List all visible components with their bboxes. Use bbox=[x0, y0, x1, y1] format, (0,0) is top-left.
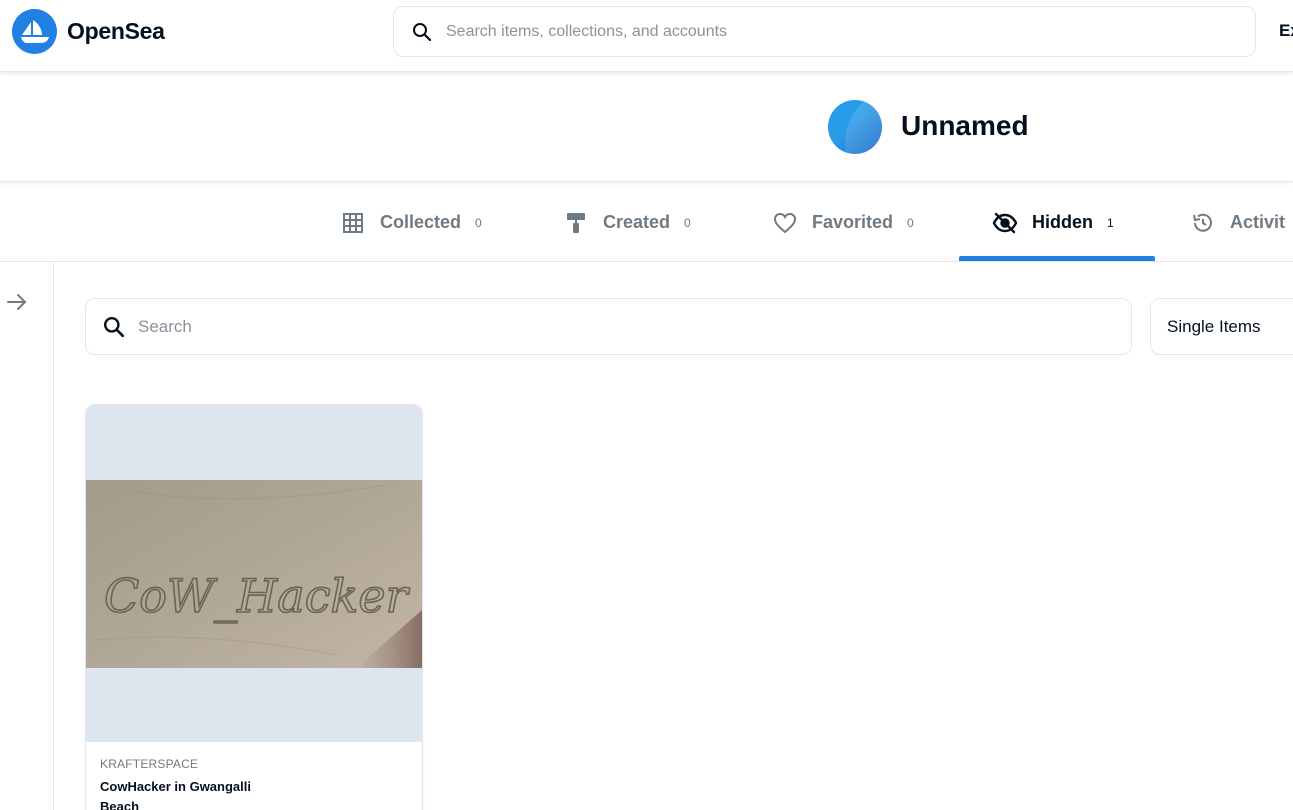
active-tab-indicator bbox=[959, 256, 1155, 261]
tab-label: Hidden bbox=[1032, 212, 1093, 232]
nft-card-details: KRAFTERSPACE CowHacker in Gwangalli Beac… bbox=[86, 742, 422, 810]
tab-collected[interactable]: Collected 0 bbox=[340, 183, 482, 262]
nft-collection-name[interactable]: KRAFTERSPACE bbox=[100, 757, 410, 771]
tab-label: Collected bbox=[380, 212, 462, 232]
nft-image: CoW_Hacker bbox=[86, 480, 422, 668]
tab-label: Activit bbox=[1230, 212, 1286, 232]
profile-name: Unnamed bbox=[901, 110, 1029, 141]
eye-off-icon bbox=[992, 210, 1018, 236]
profile-tabs: Collected 0 Created 0 Favorited 0 Hidden… bbox=[0, 183, 1293, 262]
tab-label: Favorited bbox=[812, 212, 894, 232]
arrow-right-icon[interactable] bbox=[5, 290, 29, 314]
tab-activity[interactable]: Activit bbox=[1190, 183, 1285, 262]
nft-media: CoW_Hacker bbox=[86, 405, 422, 742]
filter-sidebar-collapsed bbox=[0, 262, 54, 810]
tab-created[interactable]: Created 0 bbox=[563, 183, 691, 262]
boat-logo-icon bbox=[12, 9, 57, 54]
items-search-bar[interactable] bbox=[85, 298, 1132, 355]
search-icon bbox=[410, 20, 434, 44]
nav-link-explore[interactable]: Ex bbox=[1279, 21, 1293, 41]
brand-name: OpenSea bbox=[67, 18, 165, 44]
item-type-value: Single Items bbox=[1167, 316, 1261, 336]
tab-count: 0 bbox=[907, 215, 914, 230]
search-icon bbox=[102, 315, 126, 339]
opensea-logo[interactable]: OpenSea bbox=[12, 9, 165, 54]
nft-title: CowHacker in Gwangalli Beach bbox=[100, 779, 251, 810]
item-type-dropdown[interactable]: Single Items bbox=[1150, 298, 1293, 355]
nft-card[interactable]: CoW_Hacker KRAFTERSPACE CowHacker in Gwa… bbox=[85, 404, 423, 810]
global-search-input[interactable] bbox=[446, 22, 1255, 41]
heart-icon bbox=[772, 210, 798, 236]
paint-roller-icon bbox=[563, 210, 589, 236]
tab-label: Created bbox=[603, 212, 671, 232]
tab-favorited[interactable]: Favorited 0 bbox=[772, 183, 914, 262]
avatar[interactable] bbox=[828, 100, 882, 154]
global-search-bar[interactable] bbox=[393, 6, 1256, 57]
tab-count: 0 bbox=[684, 215, 691, 230]
profile-header: Unnamed bbox=[0, 72, 1293, 182]
top-navbar: OpenSea Ex bbox=[0, 0, 1293, 72]
grid-icon bbox=[340, 210, 366, 236]
tab-count: 0 bbox=[475, 215, 482, 230]
items-search-input[interactable] bbox=[138, 316, 1131, 337]
tab-hidden[interactable]: Hidden 1 bbox=[992, 183, 1114, 262]
history-icon bbox=[1190, 210, 1216, 236]
nft-image-caption: CoW_Hacker bbox=[104, 569, 411, 623]
tab-count: 1 bbox=[1107, 215, 1114, 230]
